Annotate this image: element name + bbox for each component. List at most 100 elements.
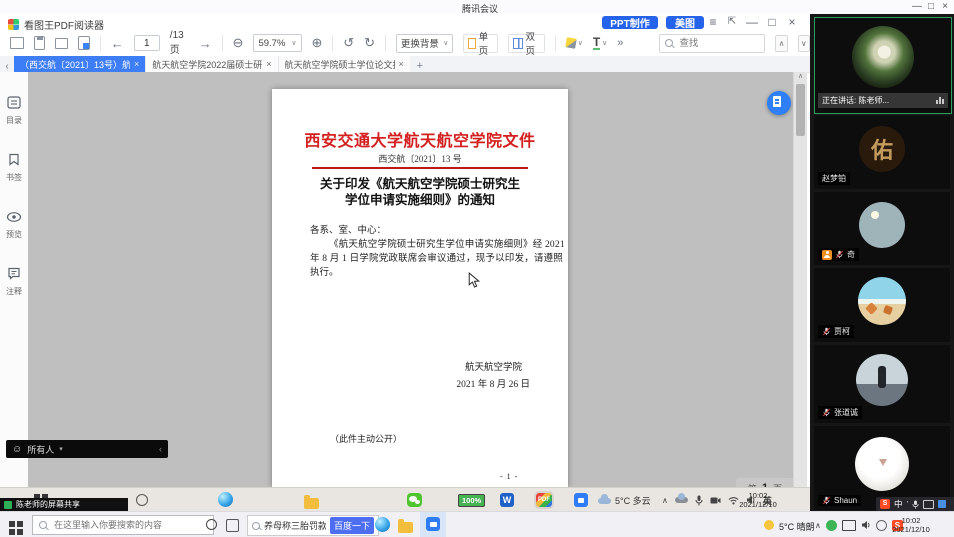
rotate-left-icon[interactable]: ↺ — [343, 35, 354, 51]
tab-document-2[interactable]: 航天航空学院2022届硕士研究生 × — [146, 56, 278, 72]
find-input[interactable] — [677, 37, 759, 50]
sidebar-item-preview[interactable]: 预览 — [0, 210, 28, 240]
new-tab-button[interactable]: + — [410, 60, 430, 72]
participant-tile-speaker[interactable]: 正在讲话: 陈老师... — [814, 17, 952, 114]
close-button[interactable]: × — [938, 0, 952, 13]
doc-red-rule — [312, 167, 528, 169]
sogou-toolbox-icon[interactable] — [938, 500, 946, 508]
scrollbar-thumb[interactable] — [796, 84, 805, 136]
document-canvas[interactable]: 西安交通大学航天航空学院文件 西交航〔2021〕13 号 关于印发《航天航空学院… — [28, 72, 793, 487]
participant-tile[interactable]: 奇 — [814, 192, 950, 265]
next-page-icon[interactable]: → — [199, 36, 212, 51]
zoom-level-dropdown[interactable]: 59.7% ∨ — [253, 34, 301, 52]
baidu-search-button[interactable]: 百度一下 — [330, 517, 374, 534]
cloud-sync-icon[interactable] — [675, 497, 688, 503]
volume-icon[interactable] — [861, 520, 871, 530]
sogou-logo-icon[interactable]: S — [880, 499, 890, 509]
pdf-to-word-icon[interactable] — [78, 36, 90, 50]
settings-tray-icon[interactable] — [876, 520, 887, 531]
tab-close-icon[interactable]: × — [266, 59, 271, 69]
chat-target-selector[interactable]: 所有人 — [27, 443, 54, 456]
shared-clock[interactable]: 10:02 2021/12/10 — [738, 491, 778, 509]
open-file-icon[interactable] — [10, 37, 24, 49]
ppt-make-button[interactable]: PPT制作 — [602, 16, 658, 29]
sogou-ime-bar[interactable]: S 中 ’ — [876, 497, 954, 511]
save-icon[interactable] — [34, 36, 46, 50]
mic-tray-icon[interactable] — [695, 495, 703, 506]
page-number-input[interactable] — [134, 35, 160, 51]
minimize-button[interactable]: — — [910, 0, 924, 13]
participant-tile[interactable]: 佑 赵梦铂 — [814, 116, 950, 189]
shared-file-explorer-icon[interactable] — [304, 498, 319, 509]
find-previous-button[interactable]: ∧ — [775, 35, 787, 52]
voice-input-icon[interactable] — [912, 500, 919, 509]
prev-page-icon[interactable]: ← — [111, 36, 124, 51]
highlighter-tool[interactable]: ∨ — [566, 38, 583, 48]
shared-search-icon[interactable] — [136, 494, 148, 506]
sidebar-item-annotation[interactable]: 注释 — [0, 267, 28, 297]
camera-tray-icon[interactable] — [710, 496, 721, 505]
pdf-restore-button[interactable]: □ — [765, 15, 779, 29]
change-background-button[interactable]: 更换背景 ∨ — [396, 34, 454, 53]
tab-close-icon[interactable]: × — [134, 59, 139, 69]
network-display-icon[interactable] — [842, 520, 856, 531]
rotate-right-icon[interactable]: ↻ — [364, 35, 375, 51]
tab-label: 航天航空学院硕士学位论文抽检 — [285, 58, 395, 71]
sidebar-item-bookmark[interactable]: 书签 — [0, 153, 28, 183]
punctuation-icon[interactable]: ’ — [907, 499, 909, 509]
tab-close-icon[interactable]: × — [399, 59, 404, 69]
more-tools-button[interactable]: » — [617, 37, 623, 49]
print-icon[interactable] — [55, 38, 67, 49]
participant-tile[interactable]: 张道诚 — [814, 345, 950, 423]
search-icon — [39, 521, 47, 529]
shared-weather[interactable]: 5°C 多云 — [615, 494, 651, 507]
sidebar-item-toc[interactable]: 目录 — [0, 96, 28, 126]
find-next-button[interactable]: ∨ — [798, 35, 810, 52]
shared-word-icon[interactable]: W — [500, 493, 514, 507]
pdf-close-button[interactable]: × — [785, 15, 799, 29]
shared-meeting-icon[interactable] — [574, 493, 588, 507]
participant-tile[interactable]: 贾柯 — [814, 268, 950, 342]
trending-query[interactable]: 养母称三胎罚款多... — [264, 519, 326, 532]
meeting-chat-overlay[interactable]: ☺ 所有人 ▾ ‹ — [6, 440, 168, 458]
shared-wechat-icon[interactable] — [407, 493, 422, 507]
local-weather[interactable]: 5°C 晴朗 — [779, 520, 815, 533]
tab-scroll-left-icon[interactable]: ‹ — [0, 61, 14, 72]
ime-mode-indicator[interactable]: 中 — [894, 498, 903, 510]
find-box[interactable] — [659, 34, 765, 53]
taskbar-search[interactable] — [32, 515, 214, 535]
vertical-scrollbar[interactable]: ∧ — [793, 72, 807, 487]
local-clock[interactable]: 10:02 2021/12/10 — [890, 516, 932, 534]
tab-document-3[interactable]: 航天航空学院硕士学位论文抽检 × — [279, 56, 410, 72]
task-view-icon[interactable] — [226, 519, 239, 532]
meeting-taskbar-slot[interactable] — [420, 512, 446, 537]
news-search-widget[interactable]: 养母称三胎罚款多... 百度一下 — [247, 515, 379, 536]
collapse-chat-icon[interactable]: ‹ — [159, 444, 162, 454]
cortana-icon[interactable] — [206, 519, 217, 530]
double-page-toggle[interactable]: 双页 — [508, 34, 545, 53]
tray-expand-icon[interactable]: ∧ — [815, 521, 821, 530]
keyboard-icon[interactable] — [923, 500, 934, 509]
tab-document-1[interactable]: （西交航〔2021〕13号）航天 × — [14, 56, 146, 72]
shared-edge-icon[interactable] — [218, 492, 233, 507]
meitu-button[interactable]: 美图 — [666, 16, 704, 29]
rail-label: 注释 — [0, 286, 28, 297]
menu-icon[interactable]: ≡ — [706, 15, 720, 29]
scroll-up-icon[interactable]: ∧ — [794, 72, 807, 82]
qq-tray-icon[interactable] — [826, 520, 837, 531]
emoji-icon[interactable]: ☺ — [12, 444, 22, 455]
pdf-minimize-button[interactable]: — — [745, 15, 759, 29]
zoom-out-icon[interactable]: ⊖ — [233, 35, 244, 51]
tray-expand-icon[interactable]: ∧ — [662, 496, 668, 505]
pdf-to-word-float-button[interactable] — [767, 91, 791, 115]
maximize-button[interactable]: □ — [924, 0, 938, 13]
zoom-in-icon[interactable]: ⊕ — [312, 35, 323, 51]
edge-icon[interactable] — [375, 517, 390, 532]
start-button[interactable] — [9, 521, 15, 527]
taskbar-search-input[interactable] — [52, 519, 206, 531]
fullscreen-icon[interactable]: ⇱ — [725, 15, 739, 29]
shared-pdf-reader-icon[interactable]: PDF — [536, 493, 552, 507]
text-tool[interactable]: T ∨ — [593, 37, 607, 50]
file-explorer-icon[interactable] — [398, 522, 413, 533]
single-page-toggle[interactable]: 单页 — [463, 34, 498, 53]
